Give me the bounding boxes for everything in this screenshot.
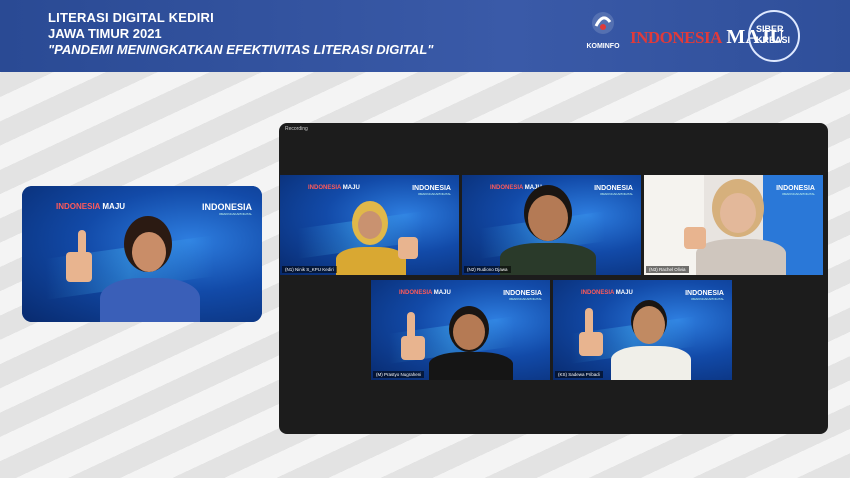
participant-name: (N1) Ninik S_KPU Kediri [282,266,337,273]
event-title: LITERASI DIGITAL KEDIRI [48,10,214,25]
participant-name: (M) Prastyo Nugraheni [373,371,425,378]
siber-wordmark: SIBER [756,24,784,34]
speaker-indonesia-logo: INDONESIA #MAKINCAKAPDIGITAL [201,202,252,216]
participant-tile[interactable]: INDONESIA MAJU INDONESIA #MAKINCAKAPDIGIT… [553,280,732,380]
kominfo-icon [592,12,614,34]
participant-tile[interactable]: INDONESIA MAJU INDONESIA #MAKINCAKAPDIGIT… [462,175,641,275]
indonesia-wordmark: INDONESIA [630,28,722,47]
participant-tile[interactable]: INDONESIA #MAKINCAKAPDIGITAL (N3) Rachel … [644,175,823,275]
tile-brand-logo: INDONESIA MAJU [399,290,451,296]
participant-tile[interactable]: INDONESIA MAJU INDONESIA #MAKINCAKAPDIGIT… [371,280,550,380]
participant-name: (KS) Sadewa Pribadi [555,371,603,378]
tile-indonesia-logo: INDONESIA #MAKINCAKAPDIGITAL [776,185,815,196]
siberkreasi-logo: SIBER KREASI [748,10,800,62]
event-theme: "PANDEMI MENINGKATKAN EFEKTIVITAS LITERA… [48,42,434,57]
zoom-gallery-window: Recording INDONESIA MAJU INDONESIA #MAKIN… [279,123,828,434]
kominfo-label: KOMINFO [586,43,620,50]
tile-indonesia-logo: INDONESIA #MAKINCAKAPDIGITAL [503,290,542,301]
tile-indonesia-logo: INDONESIA #MAKINCAKAPDIGITAL [412,185,451,196]
participant-tile[interactable]: INDONESIA MAJU INDONESIA #MAKINCAKAPDIGIT… [280,175,459,275]
kreasi-wordmark: KREASI [756,35,791,45]
kominfo-logo: KOMINFO [580,10,626,50]
speaker-brand-logo: INDONESIA MAJU [56,202,126,211]
tile-indonesia-logo: INDONESIA #MAKINCAKAPDIGITAL [594,185,633,196]
tile-brand-logo: INDONESIA MAJU [308,185,360,191]
tile-indonesia-logo: INDONESIA #MAKINCAKAPDIGITAL [685,290,724,301]
event-subtitle: JAWA TIMUR 2021 [48,26,162,41]
participant-name: (N3) Rachel Olivia [646,266,689,273]
participant-name: (N2) Rudiono Djawa [464,266,511,273]
event-header-banner: LITERASI DIGITAL KEDIRI JAWA TIMUR 2021 … [0,0,850,72]
tile-brand-logo: INDONESIA MAJU [581,290,633,296]
recording-indicator: Recording [285,126,308,132]
speaker-video: INDONESIA MAJU INDONESIA #MAKINCAKAPDIGI… [22,186,262,322]
